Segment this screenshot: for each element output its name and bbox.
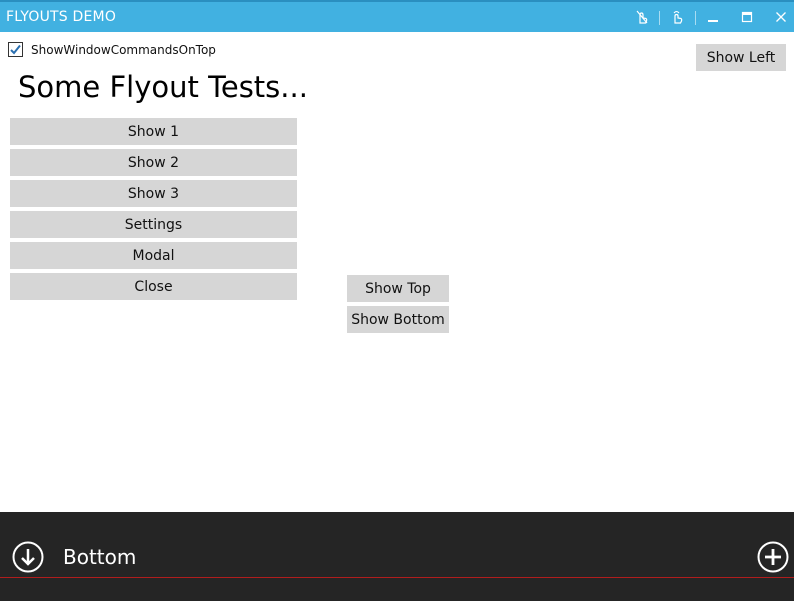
arrow-down-circle-icon[interactable] — [12, 541, 44, 573]
maximize-icon[interactable] — [732, 4, 762, 30]
close-button[interactable]: Close — [10, 273, 297, 300]
title-separator — [659, 11, 660, 25]
finger-gesture-icon[interactable] — [627, 4, 657, 30]
page-title: Some Flyout Tests... — [18, 70, 308, 104]
checkmark-icon — [10, 44, 21, 55]
modal-button[interactable]: Modal — [10, 242, 297, 269]
minimize-icon[interactable] — [698, 4, 728, 30]
show-3-button[interactable]: Show 3 — [10, 180, 297, 207]
window-title: FLYOUTS DEMO — [6, 9, 117, 25]
show-window-commands-label: ShowWindowCommandsOnTop — [31, 42, 216, 57]
show-bottom-button[interactable]: Show Bottom — [347, 306, 449, 333]
title-separator — [695, 11, 696, 25]
title-bar: FLYOUTS DEMO — [0, 0, 794, 32]
settings-button[interactable]: Settings — [10, 211, 297, 238]
hand-pointer-icon[interactable] — [663, 4, 693, 30]
show-2-button[interactable]: Show 2 — [10, 149, 297, 176]
flyout-divider — [0, 577, 794, 578]
bottom-flyout: Bottom — [0, 512, 794, 601]
plus-circle-icon[interactable] — [757, 541, 789, 573]
show-window-commands-option[interactable]: ShowWindowCommandsOnTop — [8, 42, 216, 57]
show-top-button[interactable]: Show Top — [347, 275, 449, 302]
show-left-button[interactable]: Show Left — [696, 44, 786, 71]
show-window-commands-checkbox[interactable] — [8, 42, 23, 57]
bottom-flyout-title: Bottom — [63, 545, 137, 569]
show-1-button[interactable]: Show 1 — [10, 118, 297, 145]
close-icon[interactable] — [766, 4, 794, 30]
